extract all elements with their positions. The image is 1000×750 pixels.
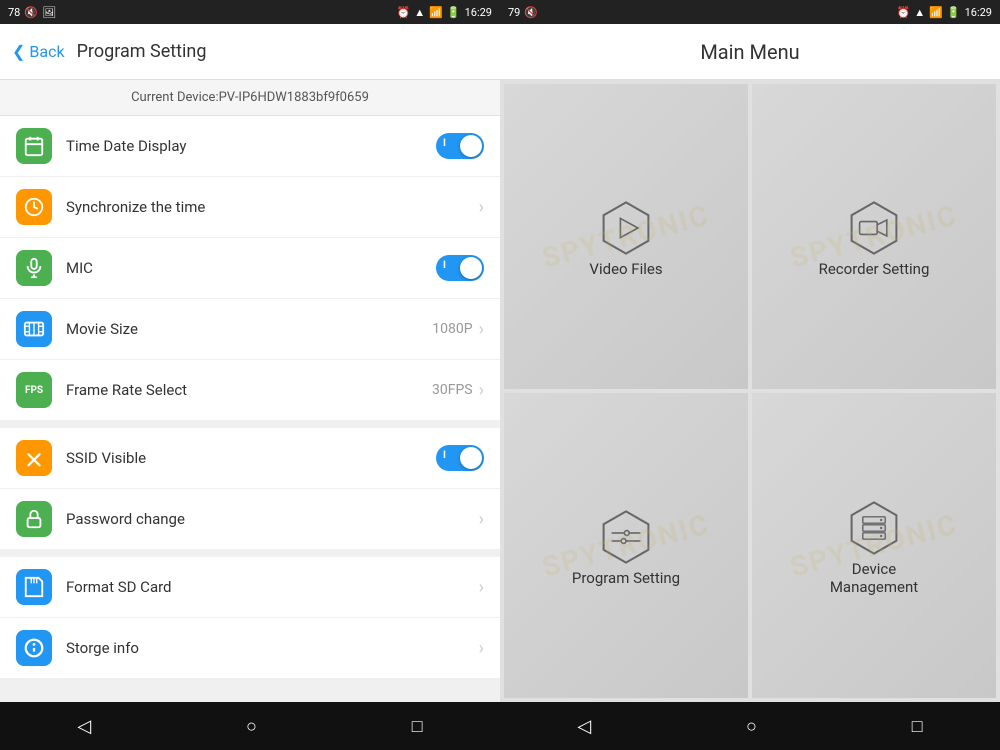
storage-info-icon	[16, 630, 52, 666]
battery-icon: 🔋	[447, 6, 461, 19]
program-setting-header: ❮ Back Program Setting	[0, 24, 500, 80]
movie-size-icon	[16, 311, 52, 347]
menu-item-program-setting[interactable]: SPYTRONIC Program Setting	[504, 393, 748, 698]
status-icon-mute: 🔇	[24, 6, 38, 19]
right-phone-panel: 79 🔇 ⏰ ▲ 📶 🔋 16:29 Main Menu SPYTRONIC V…	[500, 0, 1000, 750]
format-sd-label: Format SD Card	[66, 578, 479, 596]
status-mute: 🔇	[524, 6, 538, 19]
setting-item-format-sd[interactable]: Format SD Card ›	[0, 557, 500, 618]
nav-recent-button[interactable]: □	[388, 708, 447, 745]
time-date-toggle[interactable]: I	[436, 133, 484, 159]
format-sd-chevron: ›	[479, 577, 484, 598]
right-bottom-nav: ◁ ○ □	[500, 702, 1000, 750]
left-phone-panel: 78 🔇 🖼 ⏰ ▲ 📶 🔋 16:29 ❮ Back Program Sett…	[0, 0, 500, 750]
video-files-hex-icon	[594, 196, 658, 260]
mic-icon	[16, 250, 52, 286]
clock-display: 16:29	[465, 6, 492, 19]
time-date-icon	[16, 128, 52, 164]
right-clock: 16:29	[965, 6, 992, 19]
settings-content: Time Date Display I Synchronize the time…	[0, 116, 500, 702]
device-management-hex-icon	[842, 496, 906, 560]
movie-size-value: 1080P	[432, 321, 472, 337]
setting-item-frame-rate[interactable]: FPS Frame Rate Select 30FPS ›	[0, 360, 500, 420]
right-nav-home[interactable]: ○	[722, 708, 781, 745]
mic-label: MIC	[66, 259, 436, 277]
status-num: 79	[508, 6, 520, 19]
video-files-label: Video Files	[589, 260, 662, 278]
frame-rate-chevron: ›	[479, 380, 484, 401]
right-alarm-icon: ⏰	[897, 6, 911, 19]
wifi-icon: ▲	[414, 6, 425, 19]
movie-size-chevron: ›	[479, 319, 484, 340]
nav-home-button[interactable]: ○	[222, 708, 281, 745]
time-date-label: Time Date Display	[66, 137, 436, 155]
setting-item-storage-info[interactable]: Storge info ›	[0, 618, 500, 678]
right-status-bar: 79 🔇 ⏰ ▲ 📶 🔋 16:29	[500, 0, 1000, 24]
main-menu-grid: SPYTRONIC Video Files SPYTRONIC Recorder…	[500, 80, 1000, 702]
frame-rate-label: Frame Rate Select	[66, 381, 432, 399]
setting-item-password[interactable]: Password change ›	[0, 489, 500, 549]
setting-item-sync-time[interactable]: Synchronize the time ›	[0, 177, 500, 238]
right-status-icons: ⏰ ▲ 📶 🔋 16:29	[397, 6, 492, 19]
setting-item-ssid[interactable]: SSID Visible I	[0, 428, 500, 489]
recorder-label: Recorder Setting	[819, 260, 930, 278]
right-status-left: 79 🔇	[508, 6, 538, 19]
page-title: Program Setting	[77, 41, 207, 62]
alarm-icon: ⏰	[397, 6, 411, 19]
storage-info-chevron: ›	[479, 638, 484, 659]
main-menu-title: Main Menu	[700, 40, 799, 64]
right-wifi-icon: ▲	[914, 6, 925, 19]
device-info: Current Device:PV-IP6HDW1883bf9f0659	[0, 80, 500, 116]
settings-section-2: SSID Visible I Password change ›	[0, 428, 500, 549]
ssid-icon	[16, 440, 52, 476]
format-sd-icon	[16, 569, 52, 605]
setting-item-time-date[interactable]: Time Date Display I	[0, 116, 500, 177]
program-setting-hex-icon	[594, 505, 658, 569]
right-signal-icon: 📶	[929, 6, 943, 19]
movie-size-label: Movie Size	[66, 320, 432, 338]
right-nav-back[interactable]: ◁	[553, 708, 615, 745]
setting-item-movie-size[interactable]: Movie Size 1080P ›	[0, 299, 500, 360]
status-icon-image: 🖼	[42, 6, 56, 19]
sync-time-chevron: ›	[479, 197, 484, 218]
password-label: Password change	[66, 510, 479, 528]
device-management-label: DeviceManagement	[830, 560, 918, 596]
frame-rate-icon: FPS	[16, 372, 52, 408]
back-chevron-icon: ❮	[12, 42, 25, 61]
menu-item-video-files[interactable]: SPYTRONIC Video Files	[504, 84, 748, 389]
sync-time-label: Synchronize the time	[66, 198, 479, 216]
recorder-hex-icon	[842, 196, 906, 260]
left-status-bar: 78 🔇 🖼 ⏰ ▲ 📶 🔋 16:29	[0, 0, 500, 24]
password-icon	[16, 501, 52, 537]
right-status-right: ⏰ ▲ 📶 🔋 16:29	[897, 6, 992, 19]
back-label: Back	[29, 42, 64, 61]
sync-time-icon	[16, 189, 52, 225]
storage-info-label: Storge info	[66, 639, 479, 657]
back-button[interactable]: ❮ Back	[12, 42, 65, 61]
frame-rate-value: 30FPS	[432, 382, 473, 398]
right-nav-recent[interactable]: □	[888, 708, 947, 745]
setting-item-mic[interactable]: MIC I	[0, 238, 500, 299]
menu-item-device-management[interactable]: SPYTRONIC DeviceManagement	[752, 393, 996, 698]
program-setting-label: Program Setting	[572, 569, 680, 587]
nav-back-button[interactable]: ◁	[53, 708, 115, 745]
right-battery-icon: 🔋	[947, 6, 961, 19]
left-status-icons: 78 🔇 🖼	[8, 6, 56, 19]
main-menu-header: Main Menu	[500, 24, 1000, 80]
mic-toggle[interactable]: I	[436, 255, 484, 281]
left-bottom-nav: ◁ ○ □	[0, 702, 500, 750]
ssid-toggle[interactable]: I	[436, 445, 484, 471]
signal-icon: 📶	[429, 6, 443, 19]
status-icon-number: 78	[8, 6, 20, 19]
settings-section-1: Time Date Display I Synchronize the time…	[0, 116, 500, 420]
menu-item-recorder[interactable]: SPYTRONIC Recorder Setting	[752, 84, 996, 389]
settings-section-3: Format SD Card › Storge info ›	[0, 557, 500, 678]
ssid-label: SSID Visible	[66, 449, 436, 467]
password-chevron: ›	[479, 509, 484, 530]
